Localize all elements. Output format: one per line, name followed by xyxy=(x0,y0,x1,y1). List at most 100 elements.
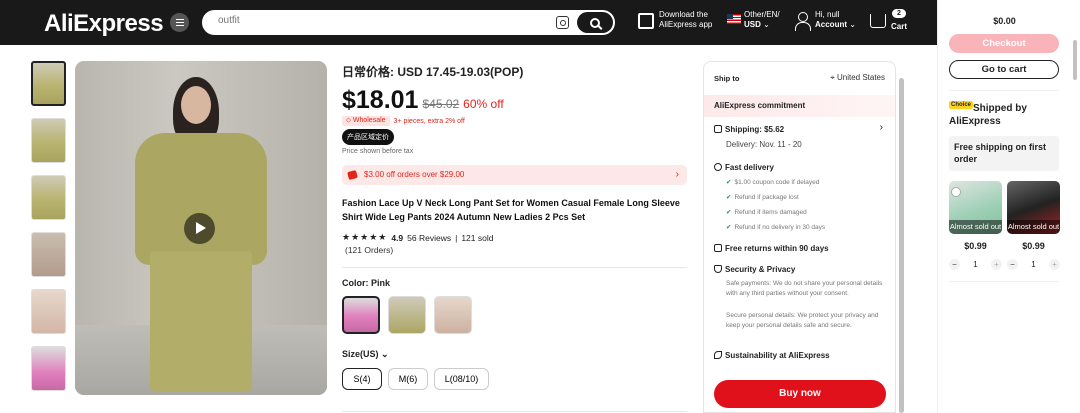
rating-value: 4.9 xyxy=(391,232,404,243)
search-input[interactable] xyxy=(218,15,518,26)
ship-to-label: Ship to xyxy=(714,74,740,83)
original-price: $45.02 xyxy=(422,97,460,111)
cart-item-checkbox[interactable] xyxy=(951,187,961,197)
reviews-link[interactable]: 56 Reviews xyxy=(407,233,451,243)
free-shipping-note: Free shipping on first order xyxy=(949,136,1059,171)
size-option[interactable]: S(4) xyxy=(342,368,382,390)
model-shirt xyxy=(135,133,267,265)
rating-row: ★★★★★ 4.9 56 Reviews | 121 sold xyxy=(342,232,493,243)
commitment-banner: AliExpress commitment xyxy=(704,95,895,117)
cart-item-image[interactable]: Almost sold out xyxy=(1007,181,1060,234)
ship-to-selector[interactable]: ⌖ United States xyxy=(830,73,885,83)
size-option[interactable]: M(6) xyxy=(388,368,428,390)
chevron-down-icon: ⌄ xyxy=(763,20,770,29)
free-returns: Free returns within 90 days xyxy=(714,244,829,253)
return-icon xyxy=(714,244,722,252)
cart-count-badge: 2 xyxy=(892,9,906,18)
shipping-cost[interactable]: Shipping: $5.62 xyxy=(714,125,784,134)
download-app-link[interactable]: Download the AliExpress app xyxy=(659,10,712,30)
star-rating-icon: ★★★★★ xyxy=(342,232,388,242)
security-text: Secure personal details: We protect your… xyxy=(726,312,879,329)
qr-code-icon[interactable] xyxy=(638,13,654,29)
size-label[interactable]: Size(US) ⌄ xyxy=(342,349,389,360)
clock-icon xyxy=(714,163,722,171)
divider xyxy=(949,281,1059,282)
tag-icon: ⬦ xyxy=(346,117,351,124)
account-menu[interactable]: Hi, null Account ⌄ xyxy=(815,10,856,30)
divider xyxy=(342,267,687,268)
color-label: Color: Pink xyxy=(342,278,391,288)
orders-count: (121 Orders) xyxy=(345,245,394,255)
current-price: $18.01 xyxy=(342,86,419,114)
thumbnail-image[interactable] xyxy=(31,232,66,277)
decrease-button[interactable]: − xyxy=(1007,258,1018,270)
search-button[interactable] xyxy=(577,12,613,33)
cart-item-price: $0.99 xyxy=(1022,241,1045,251)
wholesale-text: 3+ pieces, extra 2% off xyxy=(393,117,465,125)
play-video-button[interactable] xyxy=(184,213,215,244)
side-cart-scrollbar[interactable] xyxy=(1073,40,1077,80)
tax-note: Price shown before tax xyxy=(342,148,414,155)
user-icon xyxy=(795,12,811,31)
thumbnail-image[interactable] xyxy=(31,289,66,334)
check-icon: ✔ xyxy=(726,194,732,201)
decrease-button[interactable]: − xyxy=(949,258,960,270)
thumbnail-image[interactable] xyxy=(31,175,66,220)
stock-status: Almost sold out xyxy=(949,220,1002,234)
size-option[interactable]: L(08/10) xyxy=(434,368,489,390)
cart-icon[interactable] xyxy=(870,14,886,28)
shield-icon xyxy=(714,265,722,273)
go-to-cart-button[interactable]: Go to cart xyxy=(949,60,1059,79)
menu-icon xyxy=(175,21,184,24)
thumbnail-image[interactable] xyxy=(31,118,66,163)
discount-label: 60% off xyxy=(463,97,504,111)
divider xyxy=(949,90,1059,91)
increase-button[interactable]: + xyxy=(990,258,1002,270)
product-title: Fashion Lace Up V Neck Long Pant Set for… xyxy=(342,198,680,222)
us-flag-icon xyxy=(727,14,741,24)
page-scrollbar[interactable] xyxy=(899,78,904,413)
model-face xyxy=(181,86,211,124)
wholesale-badge: ⬦ Wholesale xyxy=(342,116,390,126)
wholesale-row: ⬦ Wholesale 3+ pieces, extra 2% off xyxy=(342,116,465,126)
color-swatch-green[interactable] xyxy=(388,296,426,334)
sustainability-link[interactable]: Sustainability at AliExpress xyxy=(714,351,830,360)
shipping-panel: Ship to ⌖ United States AliExpress commi… xyxy=(703,61,896,413)
checkout-button[interactable]: Checkout xyxy=(949,34,1059,53)
side-cart-panel: $0.00 Checkout Go to cart Shipped by Ali… xyxy=(937,0,1080,413)
thumbnail-image[interactable] xyxy=(31,346,66,391)
aliexpress-logo[interactable]: AliExpress xyxy=(44,10,164,38)
buy-now-button[interactable]: Buy now xyxy=(714,380,886,408)
color-swatch-pink[interactable] xyxy=(342,296,380,334)
camera-search-icon[interactable] xyxy=(556,16,569,29)
chevron-down-icon: ⌄ xyxy=(849,20,856,29)
chevron-down-icon: ⌄ xyxy=(381,349,389,359)
choice-badge: Choice xyxy=(949,101,974,109)
locale-selector[interactable]: Other/EN/ USD ⌄ xyxy=(744,10,780,30)
check-icon: ✔ xyxy=(726,224,732,231)
chevron-right-icon: › xyxy=(675,169,679,180)
search-box xyxy=(202,10,615,35)
cart-link[interactable]: Cart xyxy=(891,22,907,32)
search-icon xyxy=(590,17,600,28)
top-navigation-bar: AliExpress Download the AliExpress app O… xyxy=(0,0,937,45)
coupon-banner[interactable]: $3.00 off orders over $29.00 › xyxy=(342,165,687,185)
check-icon: ✔ xyxy=(726,209,732,216)
leaf-icon xyxy=(714,351,722,359)
increase-button[interactable]: + xyxy=(1048,258,1060,270)
location-pin-icon: ⌖ xyxy=(830,73,835,82)
category-menu-button[interactable] xyxy=(170,13,189,32)
chevron-right-icon[interactable]: › xyxy=(880,122,883,133)
fast-delivery-item: ✔ Refund if package lost xyxy=(726,194,799,201)
fast-delivery-item: ✔ Refund if items damaged xyxy=(726,209,807,216)
security-text: Safe payments: We do not share your pers… xyxy=(726,280,883,297)
check-icon: ✔ xyxy=(726,179,732,186)
fast-delivery-heading: Fast delivery xyxy=(714,163,774,172)
color-swatch-beige[interactable] xyxy=(434,296,472,334)
quantity-value: 1 xyxy=(1031,259,1036,269)
price-row: $18.01 $45.02 60% off xyxy=(342,86,504,115)
security-heading: Security & Privacy xyxy=(714,265,795,274)
quantity-value: 1 xyxy=(973,259,978,269)
stock-status: Almost sold out xyxy=(1007,220,1060,234)
thumbnail-image[interactable] xyxy=(31,61,66,106)
